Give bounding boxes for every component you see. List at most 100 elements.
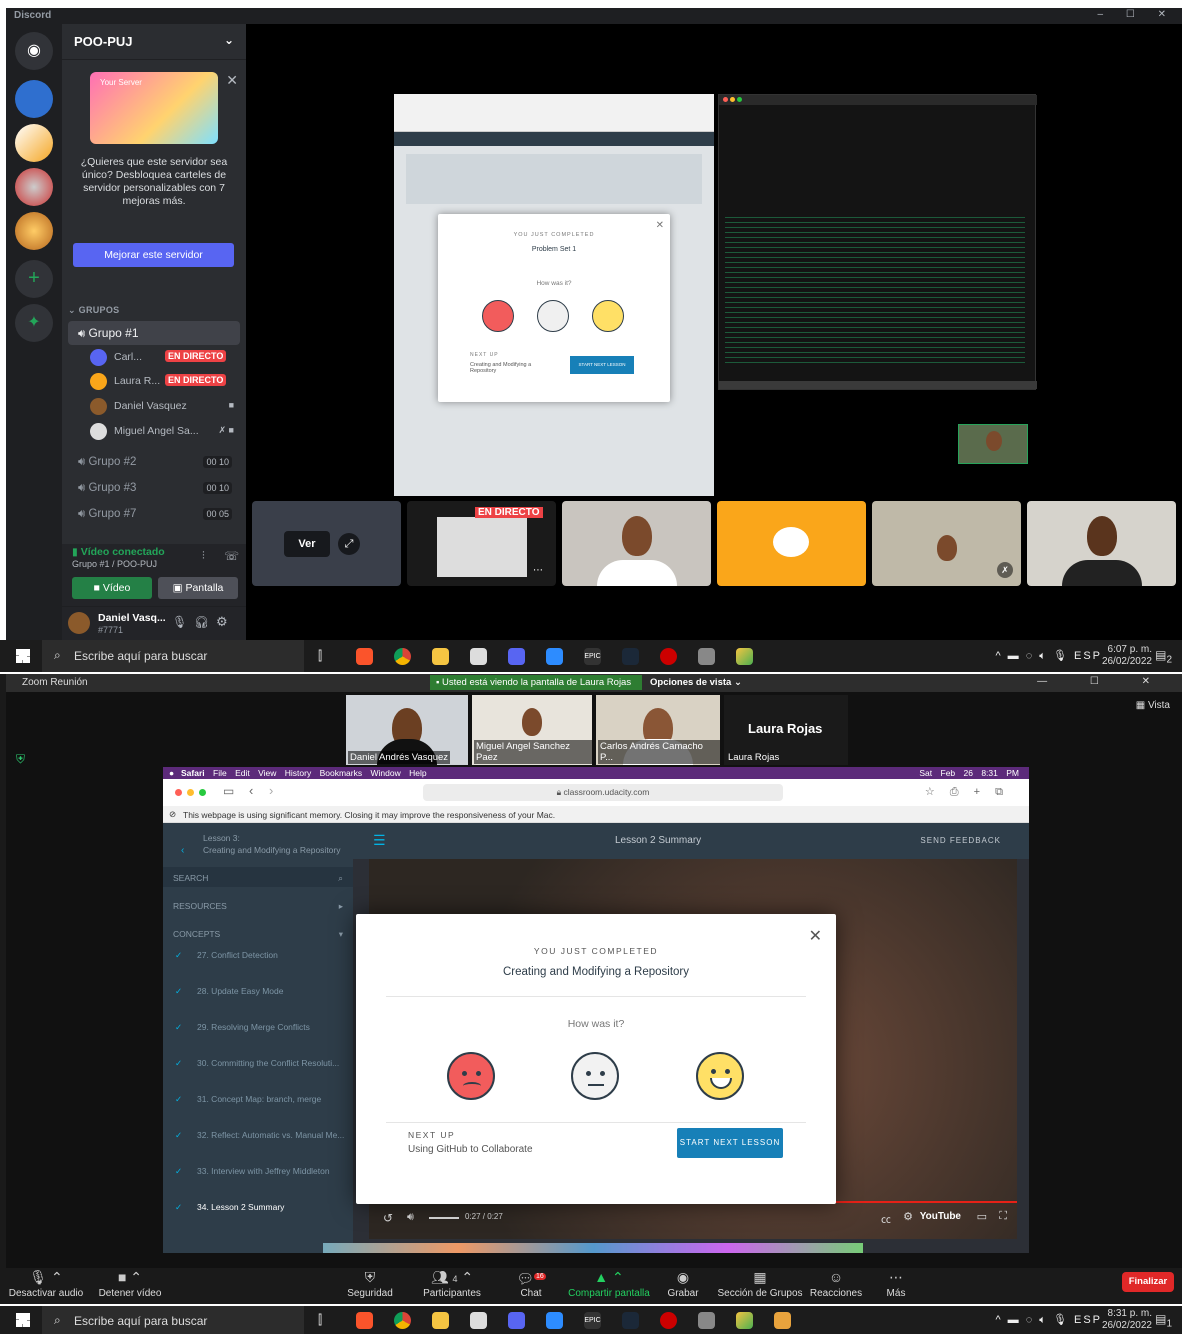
brave-icon[interactable] [356,1312,373,1329]
server-icon-cartoon[interactable] [15,124,53,162]
server-icon-c[interactable] [15,80,53,118]
server-icon-burger[interactable] [15,212,53,250]
gear-icon[interactable]: ⚙ [216,614,228,630]
file-explorer-icon[interactable] [432,648,449,665]
discord-home-icon[interactable]: ◉ [15,32,53,70]
menu-help[interactable]: Help [409,768,426,778]
start-next-lesson-button[interactable]: START NEXT LESSON [677,1128,783,1158]
app-diamond-icon[interactable] [736,1312,753,1329]
hamburger-menu-icon[interactable]: ☰ [373,832,386,849]
participant-thumbnail[interactable]: Daniel Andrés Vasquez [346,695,468,765]
headphones-icon[interactable]: 🎧︎ [194,615,209,629]
lesson-title[interactable]: Creating and Modifying a Repository [203,845,341,855]
screen-share-button[interactable]: ▣ Pantalla [158,577,238,599]
start-next-lesson-button[interactable]: START NEXT LESSON [570,356,634,374]
shared-screen-udacity[interactable]: YOU JUST COMPLETED Problem Set 1 How was… [394,94,714,496]
camera-tile[interactable] [562,501,711,586]
back-chevron-icon[interactable]: ‹ [181,845,184,856]
sidebar-toggle-icon[interactable]: ▭ [223,784,234,798]
voice-channel-grupo2[interactable]: 🔊︎ Grupo #2 00 10 [68,451,240,475]
video-button[interactable]: ■ Vídeo [72,577,152,599]
voice-user[interactable]: Miguel Angel Sa... ✗ ■ [90,421,240,443]
participant-thumbnail-active[interactable]: Laura Rojas Laura Rojas [724,695,848,765]
camera-tile[interactable]: ✗ [872,501,1021,586]
address-bar[interactable]: 🔒︎ classroom.udacity.com [423,784,783,801]
safari-toolbar-actions[interactable]: ☆ ⎙ + ⧉ [925,785,1009,799]
volume-slider[interactable] [429,1217,459,1219]
participants-button[interactable]: 👥︎ 4 ⌃ Participantes [412,1268,492,1299]
taskbar-clock[interactable]: 6:07 p. m. 26/02/2022 [1102,644,1152,668]
boost-server-button[interactable]: Mejorar este servidor [73,243,234,267]
minimize-dot-icon[interactable] [187,789,194,796]
taskbar-search[interactable]: ⌕ Escribe aquí para buscar [42,1306,304,1334]
reactions-button[interactable]: ☺ Reacciones [808,1268,864,1299]
system-tray[interactable]: ^ ▬ ◌ 🔈︎ 🎙︎ ESP [995,1313,1102,1327]
end-meeting-button[interactable]: Finalizar [1122,1272,1174,1292]
volume-icon[interactable]: 🔊︎ [407,1211,414,1224]
close-dot-icon[interactable] [175,789,182,796]
cast-icon[interactable]: ▭ [977,1210,987,1223]
disconnect-icon[interactable]: ☏ [224,549,239,563]
neutral-face-icon[interactable] [571,1052,619,1100]
app-feather-icon[interactable] [698,648,715,665]
menu-safari[interactable]: Safari [181,768,205,778]
shared-screen-terminal[interactable] [718,94,1037,390]
chat-button[interactable]: 💬︎ 16 Chat [506,1268,556,1299]
menu-bookmarks[interactable]: Bookmarks [320,768,363,778]
close-icon[interactable]: ✕ [226,72,238,89]
file-explorer-icon[interactable] [432,1312,449,1329]
taskbar-clock[interactable]: 8:31 p. m. 26/02/2022 [1102,1308,1152,1332]
server-icon-anime[interactable] [15,168,53,206]
neutral-face-icon[interactable] [537,300,569,332]
voice-channel-grupo7[interactable]: 🔊︎ Grupo #7 00 05 [68,503,240,527]
epic-games-icon[interactable]: EPIC [584,648,601,665]
concepts-section[interactable]: CONCEPTS ▾ [163,923,353,943]
windows-start-icon[interactable] [16,1313,30,1327]
steam-icon[interactable] [622,648,639,665]
fullscreen-icon[interactable]: ⛶ [999,1210,1007,1223]
mute-audio-button[interactable]: 🎙︎ ⌃ Desactivar audio [8,1268,84,1299]
task-view-icon[interactable]: ⫿ [318,1312,335,1329]
captions-icon[interactable]: ㏄ [881,1211,891,1226]
zoom-taskbar-icon[interactable] [546,648,563,665]
voice-user[interactable]: Laura R... EN DIRECTO [90,371,240,393]
breakout-rooms-button[interactable]: ▦ Sección de Grupos [714,1268,806,1299]
minimize-dot-icon[interactable] [730,97,735,102]
menu-file[interactable]: File [213,768,227,778]
replay-icon[interactable]: ↺ [383,1211,393,1225]
camera-tile[interactable] [1027,501,1176,586]
close-icon[interactable]: ✕ [656,220,664,231]
record-button[interactable]: ◉ Grabar [660,1268,706,1299]
task-view-icon[interactable]: ⫿ [318,648,335,665]
participant-thumbnail[interactable]: Miguel Angel Sanchez Paez [472,695,592,765]
popout-icon[interactable]: ⤢ [338,533,360,555]
zoom-taskbar-icon[interactable] [546,1312,563,1329]
zoom-dot-icon[interactable] [199,789,206,796]
notepad-icon[interactable] [470,1312,487,1329]
forward-icon[interactable]: › [269,783,273,798]
mac-dock[interactable] [323,1243,863,1253]
zoom-dot-icon[interactable] [737,97,742,102]
voice-channel-grupo3[interactable]: 🔊︎ Grupo #3 00 10 [68,477,240,501]
voice-channel-grupo1[interactable]: 🔊︎ Grupo #1 [68,321,240,345]
resources-section[interactable]: RESOURCES ▸ [163,895,353,915]
back-icon[interactable]: ‹ [249,783,253,798]
youtube-logo[interactable]: YouTube [920,1211,961,1222]
voice-user[interactable]: Daniel Vasquez ■ [90,396,240,418]
speaker-self-view[interactable] [958,424,1028,464]
microphone-icon[interactable]: 🎙︎ [172,615,187,629]
window-controls[interactable]: — ☐ ✕ [1037,676,1170,687]
explore-compass-icon[interactable]: ✦ [15,304,53,342]
view-options-menu[interactable]: Opciones de vista ⌄ [650,677,742,688]
stream-tile-live[interactable]: EN DIRECTO ⋯ [407,501,556,586]
angry-face-icon[interactable] [447,1052,495,1100]
menu-history[interactable]: History [285,768,311,778]
app-red-icon[interactable] [660,1312,677,1329]
discord-taskbar-icon[interactable] [508,648,525,665]
more-button[interactable]: ⋯ Más [876,1268,916,1299]
more-icon[interactable]: ⋯ [533,565,543,576]
happy-face-icon[interactable] [696,1052,744,1100]
app-feather-icon[interactable] [698,1312,715,1329]
app-diamond-icon[interactable] [736,648,753,665]
discord-taskbar-icon[interactable] [508,1312,525,1329]
